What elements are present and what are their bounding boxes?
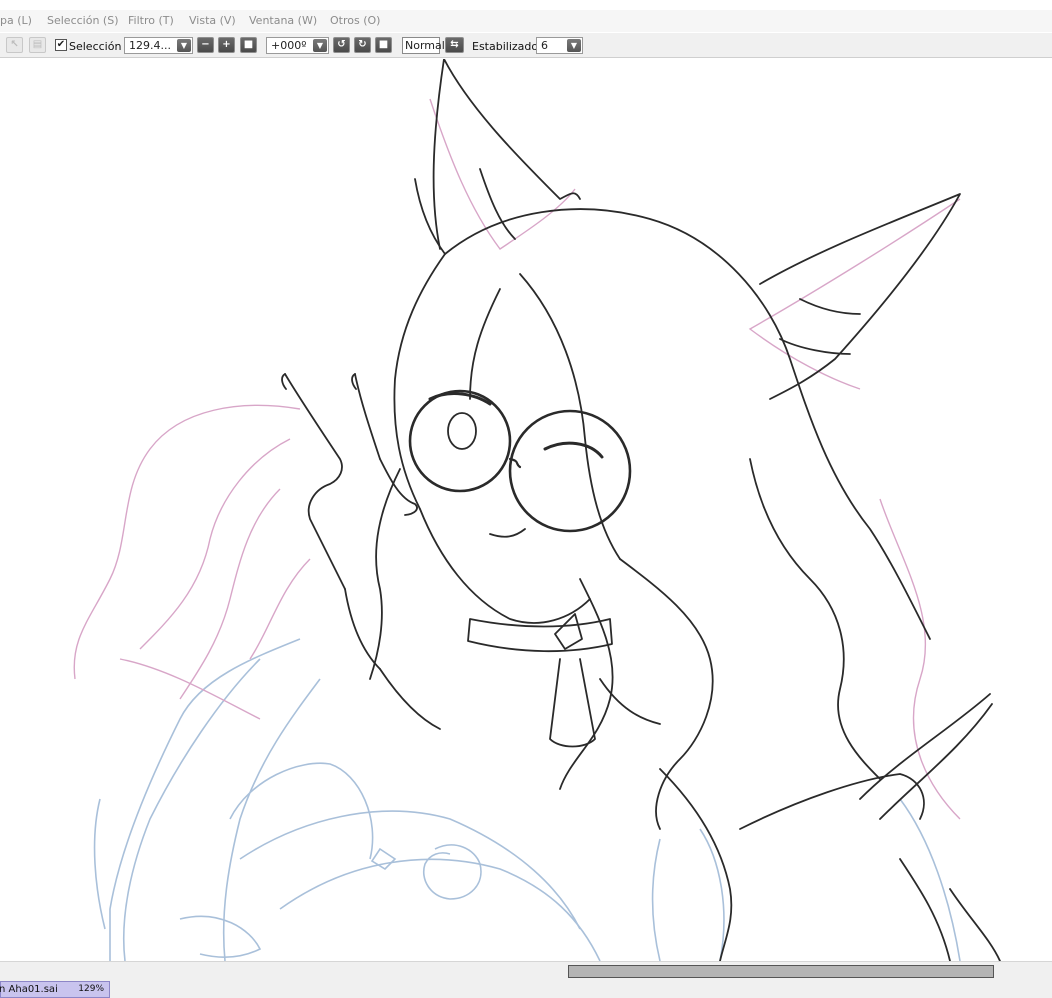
- chevron-down-icon[interactable]: ▼: [177, 39, 191, 52]
- selection-checkbox[interactable]: ✔: [55, 39, 67, 51]
- select-tool-button[interactable]: ↖: [6, 37, 23, 53]
- file-name: n Aha01.sai: [0, 984, 58, 995]
- menu-vista[interactable]: Vista (V): [189, 14, 236, 27]
- chevron-down-icon[interactable]: ▼: [567, 39, 581, 52]
- zoom-combo[interactable]: 129.4... ▼: [124, 37, 193, 54]
- status-bar: n Aha01.sai 129%: [0, 979, 1052, 998]
- rotate-left-button[interactable]: ↺: [333, 37, 350, 53]
- ink-layer: [281, 59, 1001, 961]
- stabilizer-value: 6: [541, 39, 548, 52]
- zoom-value: 129.4...: [129, 39, 171, 52]
- file-zoom: 129%: [78, 984, 104, 994]
- flip-icon: ⇆: [450, 39, 459, 50]
- zoom-reset-button[interactable]: ■: [240, 37, 257, 53]
- file-tab[interactable]: n Aha01.sai 129%: [0, 981, 110, 998]
- stabilizer-label: Estabilizador: [472, 40, 543, 53]
- blend-mode-value: Normal: [405, 39, 445, 52]
- rotation-combo[interactable]: +000º ▼: [266, 37, 329, 54]
- square-icon: ■: [243, 39, 254, 50]
- zoom-in-button[interactable]: +: [218, 37, 235, 53]
- plus-icon: +: [222, 39, 231, 50]
- rotate-right-button[interactable]: ↻: [354, 37, 371, 53]
- minus-icon: −: [201, 39, 210, 50]
- blue-sketch-layer: [93, 638, 961, 961]
- menu-capa[interactable]: pa (L): [0, 14, 32, 27]
- zoom-out-button[interactable]: −: [197, 37, 214, 53]
- menu-seleccion[interactable]: Selección (S): [47, 14, 119, 27]
- flip-horizontal-button[interactable]: ⇆: [445, 37, 464, 53]
- layer-tool-button[interactable]: ▤: [29, 37, 46, 53]
- toolbar: ↖ ▤ ✔ Selección 129.4... ▼ − + ■ +000º ▼…: [0, 33, 1052, 58]
- menu-ventana[interactable]: Ventana (W): [249, 14, 317, 27]
- stabilizer-combo[interactable]: 6 ▼: [536, 37, 583, 54]
- menu-bar: pa (L) Selección (S) Filtro (T) Vista (V…: [0, 10, 1052, 32]
- line-art-illustration: [73, 59, 1001, 961]
- rotate-icon: ↺: [337, 39, 346, 50]
- chevron-down-icon[interactable]: ▼: [313, 39, 327, 52]
- menu-otros[interactable]: Otros (O): [330, 14, 380, 27]
- scrollbar-thumb[interactable]: [568, 965, 994, 978]
- blend-mode-button[interactable]: Normal: [402, 37, 445, 54]
- rotation-reset-button[interactable]: ■: [375, 37, 392, 53]
- square-icon: ■: [378, 39, 389, 50]
- horizontal-scrollbar[interactable]: [0, 961, 1052, 979]
- selection-label: Selección: [69, 40, 122, 53]
- rotate-reset-icon: ↻: [358, 39, 367, 50]
- menu-filtro[interactable]: Filtro (T): [128, 14, 174, 27]
- rotation-value: +000º: [271, 39, 307, 52]
- drawing-canvas[interactable]: [0, 59, 1052, 961]
